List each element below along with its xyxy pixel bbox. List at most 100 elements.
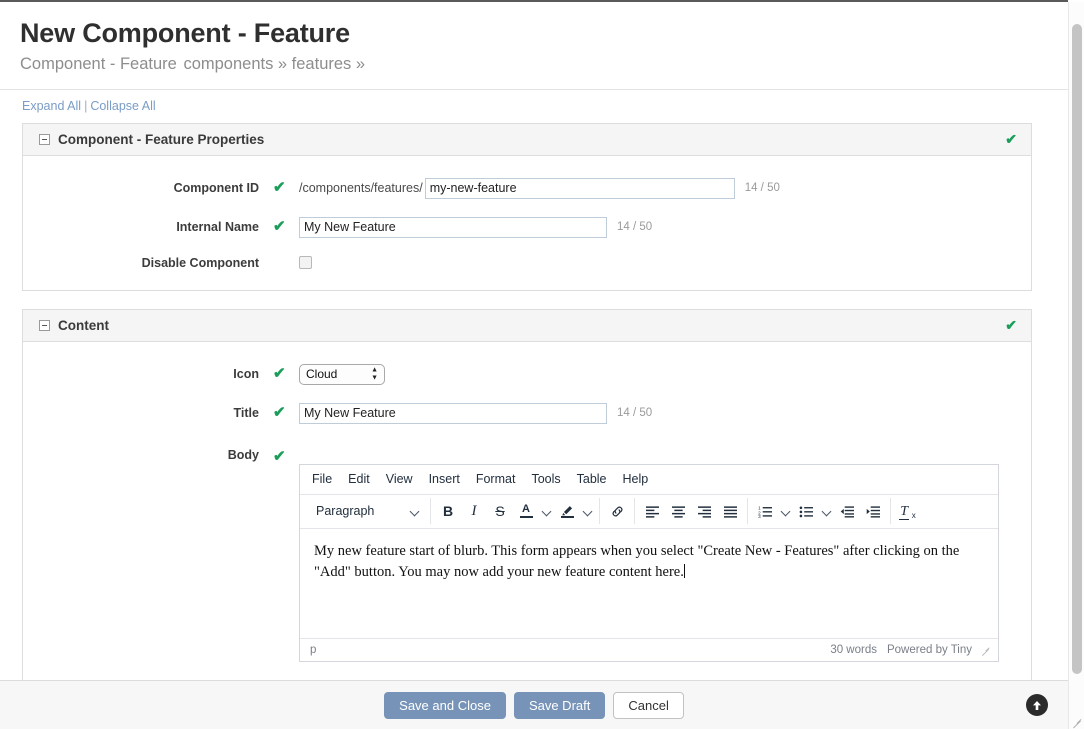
align-left-button[interactable] [639,498,665,524]
panel-title: Content [58,317,109,333]
menu-help[interactable]: Help [615,469,657,489]
component-id-input[interactable] [424,177,735,199]
disable-component-checkbox[interactable] [299,256,312,270]
menu-file[interactable]: File [304,469,340,489]
text-color-button[interactable]: A [513,498,539,524]
rich-text-editor: File Edit View Insert Format Tools Table… [299,463,999,662]
vertical-scrollbar[interactable] [1068,2,1084,729]
toolbar-group-text-style: B I S A [430,498,599,525]
editor-resize-handle[interactable] [980,645,990,655]
menu-edit[interactable]: Edit [340,469,378,489]
field-label: Body [227,447,259,462]
field-row-title: Title ✔ 14 / 50 [23,402,1031,424]
italic-button[interactable]: I [461,498,487,524]
toolbar-group-link [599,498,634,525]
numbered-list-caret-icon[interactable] [778,498,793,524]
collapse-toggle-icon[interactable] [39,319,50,331]
clear-formatting-button[interactable]: T x [895,498,921,524]
internal-name-input[interactable] [299,216,607,238]
format-select-label: Paragraph [316,504,375,519]
menu-tools[interactable]: Tools [523,469,568,489]
menu-format[interactable]: Format [468,469,524,489]
char-counter: 14 / 50 [617,407,653,420]
background-color-caret-icon[interactable] [580,498,595,524]
text-color-caret-icon[interactable] [539,498,554,524]
bold-button[interactable]: B [435,498,461,524]
svg-text:3: 3 [758,514,761,518]
browser-viewport: New Component - Feature Component - Feat… [0,0,1084,729]
field-label: Internal Name [176,220,259,235]
numbered-list-button[interactable]: 1 2 3 [752,498,778,524]
strikethrough-button[interactable]: S [487,498,513,524]
toolbar-group-format: Paragraph [304,498,430,524]
scroll-to-top-icon[interactable] [1026,694,1048,716]
field-row-component-id: Component ID ✔ /components/features/ 14 … [23,177,1031,199]
field-row-body: Body ✔ File Edit View Insert Format Tool… [23,442,1031,662]
section-valid-check-icon: ✔ [1005,317,1017,334]
panel-body: Component ID ✔ /components/features/ 14 … [23,156,1031,290]
collapse-all-link[interactable]: Collapse All [90,99,155,113]
field-row-disable-component: Disable Component [23,256,1031,270]
char-counter: 14 / 50 [744,182,780,195]
toolbar-group-lists: 1 2 3 [747,498,890,525]
editor-menubar: File Edit View Insert Format Tools Table… [300,465,998,495]
field-valid-check-icon: ✔ [273,218,286,236]
cancel-button[interactable]: Cancel [613,691,684,719]
breadcrumb-path: components » features » [183,55,366,74]
menu-view[interactable]: View [378,469,421,489]
field-label: Icon [233,367,259,382]
panel-component-feature-properties: Component - Feature Properties ✔ Compone… [22,122,1032,291]
field-label: Component ID [173,181,259,196]
panel-header[interactable]: Component - Feature Properties ✔ [23,123,1031,156]
menu-table[interactable]: Table [569,469,615,489]
element-path[interactable]: p [310,644,830,656]
indent-button[interactable] [860,498,886,524]
editor-status-bar: p 30 words Powered by Tiny [300,638,998,661]
page-header: New Component - Feature Component - Feat… [0,2,1068,90]
expand-collapse-bar: Expand All | Collapse All [0,90,1068,123]
bulleted-list-caret-icon[interactable] [819,498,834,524]
toolbar-group-align [634,498,747,525]
field-valid-check-icon: ✔ [273,365,286,383]
field-label: Disable Component [141,255,259,270]
panel-body: Icon ✔ Cloud ▲▼ Title ✔ 14 / [23,342,1031,682]
toolbar-group-clear: T x [890,498,925,525]
field-valid-check-icon: ✔ [273,447,286,465]
align-right-button[interactable] [691,498,717,524]
panel-header[interactable]: Content ✔ [23,309,1031,342]
field-valid-check-icon: ✔ [273,179,286,197]
format-select[interactable]: Paragraph [308,498,426,524]
save-draft-button[interactable]: Save Draft [513,691,606,719]
editor-toolbar: Paragraph B I S A 1 2 3 T x [300,495,998,529]
component-id-prefix: /components/features/ [299,181,423,196]
icon-select[interactable]: Cloud [299,363,385,385]
section-valid-check-icon: ✔ [1005,131,1017,148]
window-resize-grip[interactable] [1071,716,1082,727]
align-center-button[interactable] [665,498,691,524]
editor-body-paragraph: My new feature start of blurb. This form… [314,542,960,580]
char-counter: 14 / 50 [617,221,653,234]
title-input[interactable] [299,402,607,424]
scrollbar-thumb[interactable] [1072,24,1082,674]
menu-insert[interactable]: Insert [421,469,468,489]
collapse-toggle-icon[interactable] [39,133,50,145]
field-label: Title [233,406,259,421]
field-row-icon: Icon ✔ Cloud ▲ ▼ [23,363,1031,385]
page-title: New Component - Feature [20,18,350,48]
chevron-down-icon [410,506,420,516]
tiny-branding[interactable]: Powered by Tiny [887,644,980,656]
panel-content: Content ✔ Icon ✔ Cloud ▲ ▼ Title ✔ My Ne… [22,308,1032,683]
outdent-button[interactable] [834,498,860,524]
bulleted-list-button[interactable] [793,498,819,524]
page-content: New Component - Feature Component - Feat… [0,0,1068,729]
editor-content-area[interactable]: My new feature start of blurb. This form… [300,528,998,639]
link-divider: | [84,98,88,113]
expand-all-link[interactable]: Expand All [22,99,81,113]
word-count: 30 words [830,643,877,656]
background-color-button[interactable] [554,498,580,524]
link-button[interactable] [604,498,630,524]
text-cursor [683,563,685,578]
align-justify-button[interactable] [717,498,743,524]
panel-title: Component - Feature Properties [58,131,265,147]
save-and-close-button[interactable]: Save and Close [384,691,506,719]
